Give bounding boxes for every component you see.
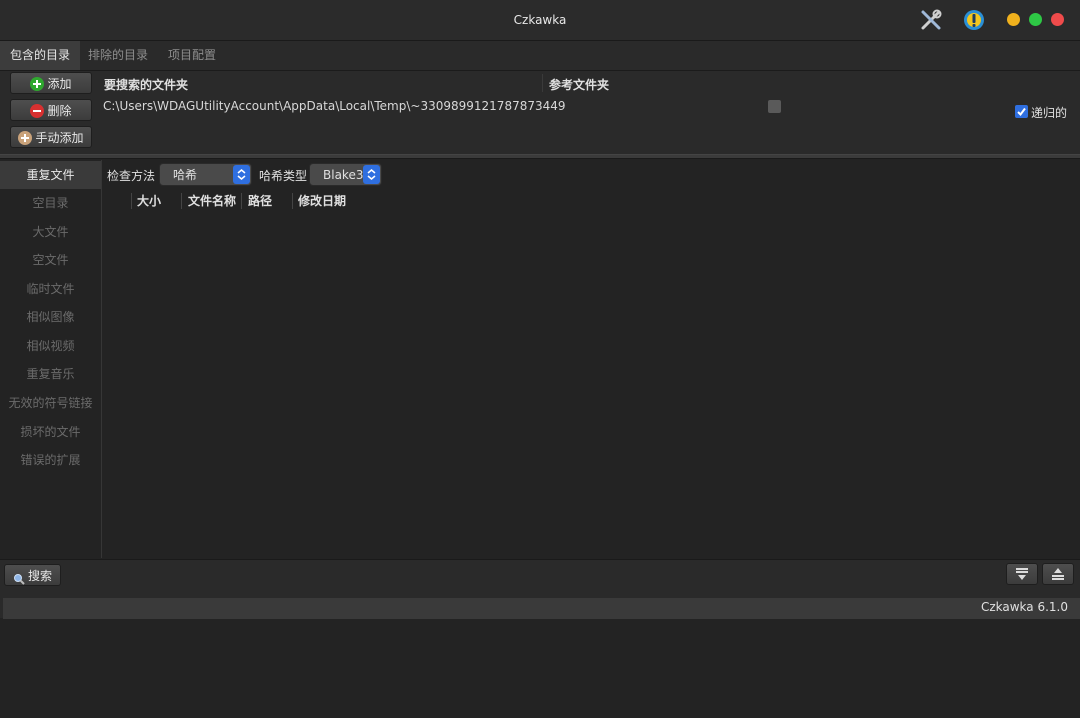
tab-project-config[interactable]: 项目配置 bbox=[158, 41, 226, 70]
column-modified-header[interactable]: 修改日期 bbox=[298, 193, 346, 209]
column-separator bbox=[542, 74, 543, 92]
window-title: Czkawka bbox=[513, 13, 567, 27]
column-separator bbox=[131, 193, 132, 209]
tab-excluded-dirs[interactable]: 排除的目录 bbox=[78, 41, 158, 70]
version-label: Czkawka 6.1.0 bbox=[980, 600, 1068, 614]
sidebar-item-big-files[interactable]: 大文件 bbox=[0, 218, 101, 246]
status-bar bbox=[3, 598, 1080, 619]
check-method-value: 哈希 bbox=[173, 168, 198, 182]
sidebar-item-empty-files[interactable]: 空文件 bbox=[0, 246, 101, 274]
info-icon[interactable] bbox=[962, 8, 986, 32]
sidebar-item-empty-dirs[interactable]: 空目录 bbox=[0, 189, 101, 217]
column-separator bbox=[292, 193, 293, 209]
reference-checkbox[interactable] bbox=[768, 100, 781, 113]
check-method-label: 检查方法 bbox=[107, 169, 156, 183]
hash-type-value: Blake3 bbox=[323, 168, 364, 182]
expand-button[interactable] bbox=[1042, 563, 1074, 585]
recursive-checkbox[interactable] bbox=[1015, 105, 1028, 118]
folder-path[interactable]: C:\Users\WDAGUtilityAccount\AppData\Loca… bbox=[103, 99, 566, 113]
add-button[interactable]: 添加 bbox=[10, 72, 92, 94]
column-folders-header[interactable]: 要搜索的文件夹 bbox=[104, 76, 188, 93]
sidebar-item-bad-extensions[interactable]: 错误的扩展 bbox=[0, 446, 101, 474]
results-table[interactable] bbox=[102, 212, 1080, 558]
search-button-label: 搜索 bbox=[28, 569, 53, 583]
arrow-down-bar-icon bbox=[1016, 568, 1028, 580]
search-icon bbox=[13, 570, 25, 585]
column-reference-header[interactable]: 参考文件夹 bbox=[549, 76, 609, 93]
manual-add-button-label: 手动添加 bbox=[35, 131, 84, 145]
sidebar-item-duplicate-files[interactable]: 重复文件 bbox=[0, 161, 101, 189]
plus-icon bbox=[18, 130, 33, 145]
column-separator bbox=[241, 193, 242, 209]
chevron-updown-icon bbox=[233, 165, 250, 184]
manual-add-button[interactable]: 手动添加 bbox=[10, 126, 92, 148]
column-path-header[interactable]: 路径 bbox=[248, 193, 272, 209]
minimize-button[interactable] bbox=[1007, 13, 1020, 26]
hash-type-label: 哈希类型 bbox=[259, 169, 308, 183]
tab-included-dirs[interactable]: 包含的目录 bbox=[0, 41, 81, 70]
search-button[interactable]: 搜索 bbox=[4, 564, 61, 586]
column-filename-header[interactable]: 文件名称 bbox=[188, 193, 236, 209]
check-method-select[interactable]: 哈希 bbox=[159, 163, 252, 186]
remove-button[interactable]: 删除 bbox=[10, 99, 92, 121]
close-button[interactable] bbox=[1051, 13, 1064, 26]
sidebar-item-similar-videos[interactable]: 相似视频 bbox=[0, 332, 101, 360]
column-size-header[interactable]: 大小 bbox=[137, 193, 161, 209]
log-area[interactable] bbox=[0, 620, 1080, 718]
sidebar-item-temp-files[interactable]: 临时文件 bbox=[0, 275, 101, 303]
recursive-label[interactable]: 递归的 bbox=[1031, 104, 1067, 121]
sidebar-item-similar-images[interactable]: 相似图像 bbox=[0, 303, 101, 331]
sidebar-item-broken-files[interactable]: 损坏的文件 bbox=[0, 418, 101, 446]
hash-type-select[interactable]: Blake3 bbox=[309, 163, 382, 186]
add-button-label: 添加 bbox=[47, 77, 72, 91]
plus-icon bbox=[30, 76, 45, 91]
tools-icon[interactable] bbox=[920, 9, 942, 31]
maximize-button[interactable] bbox=[1029, 13, 1042, 26]
sidebar-item-duplicate-music[interactable]: 重复音乐 bbox=[0, 360, 101, 388]
column-separator bbox=[181, 193, 182, 209]
collapse-button[interactable] bbox=[1006, 563, 1038, 585]
arrow-up-bar-icon bbox=[1052, 568, 1064, 580]
chevron-updown-icon bbox=[363, 165, 380, 184]
minus-icon bbox=[30, 103, 45, 118]
pane-divider[interactable] bbox=[0, 154, 1080, 159]
remove-button-label: 删除 bbox=[47, 104, 72, 118]
sidebar-item-invalid-symlinks[interactable]: 无效的符号链接 bbox=[0, 389, 101, 417]
